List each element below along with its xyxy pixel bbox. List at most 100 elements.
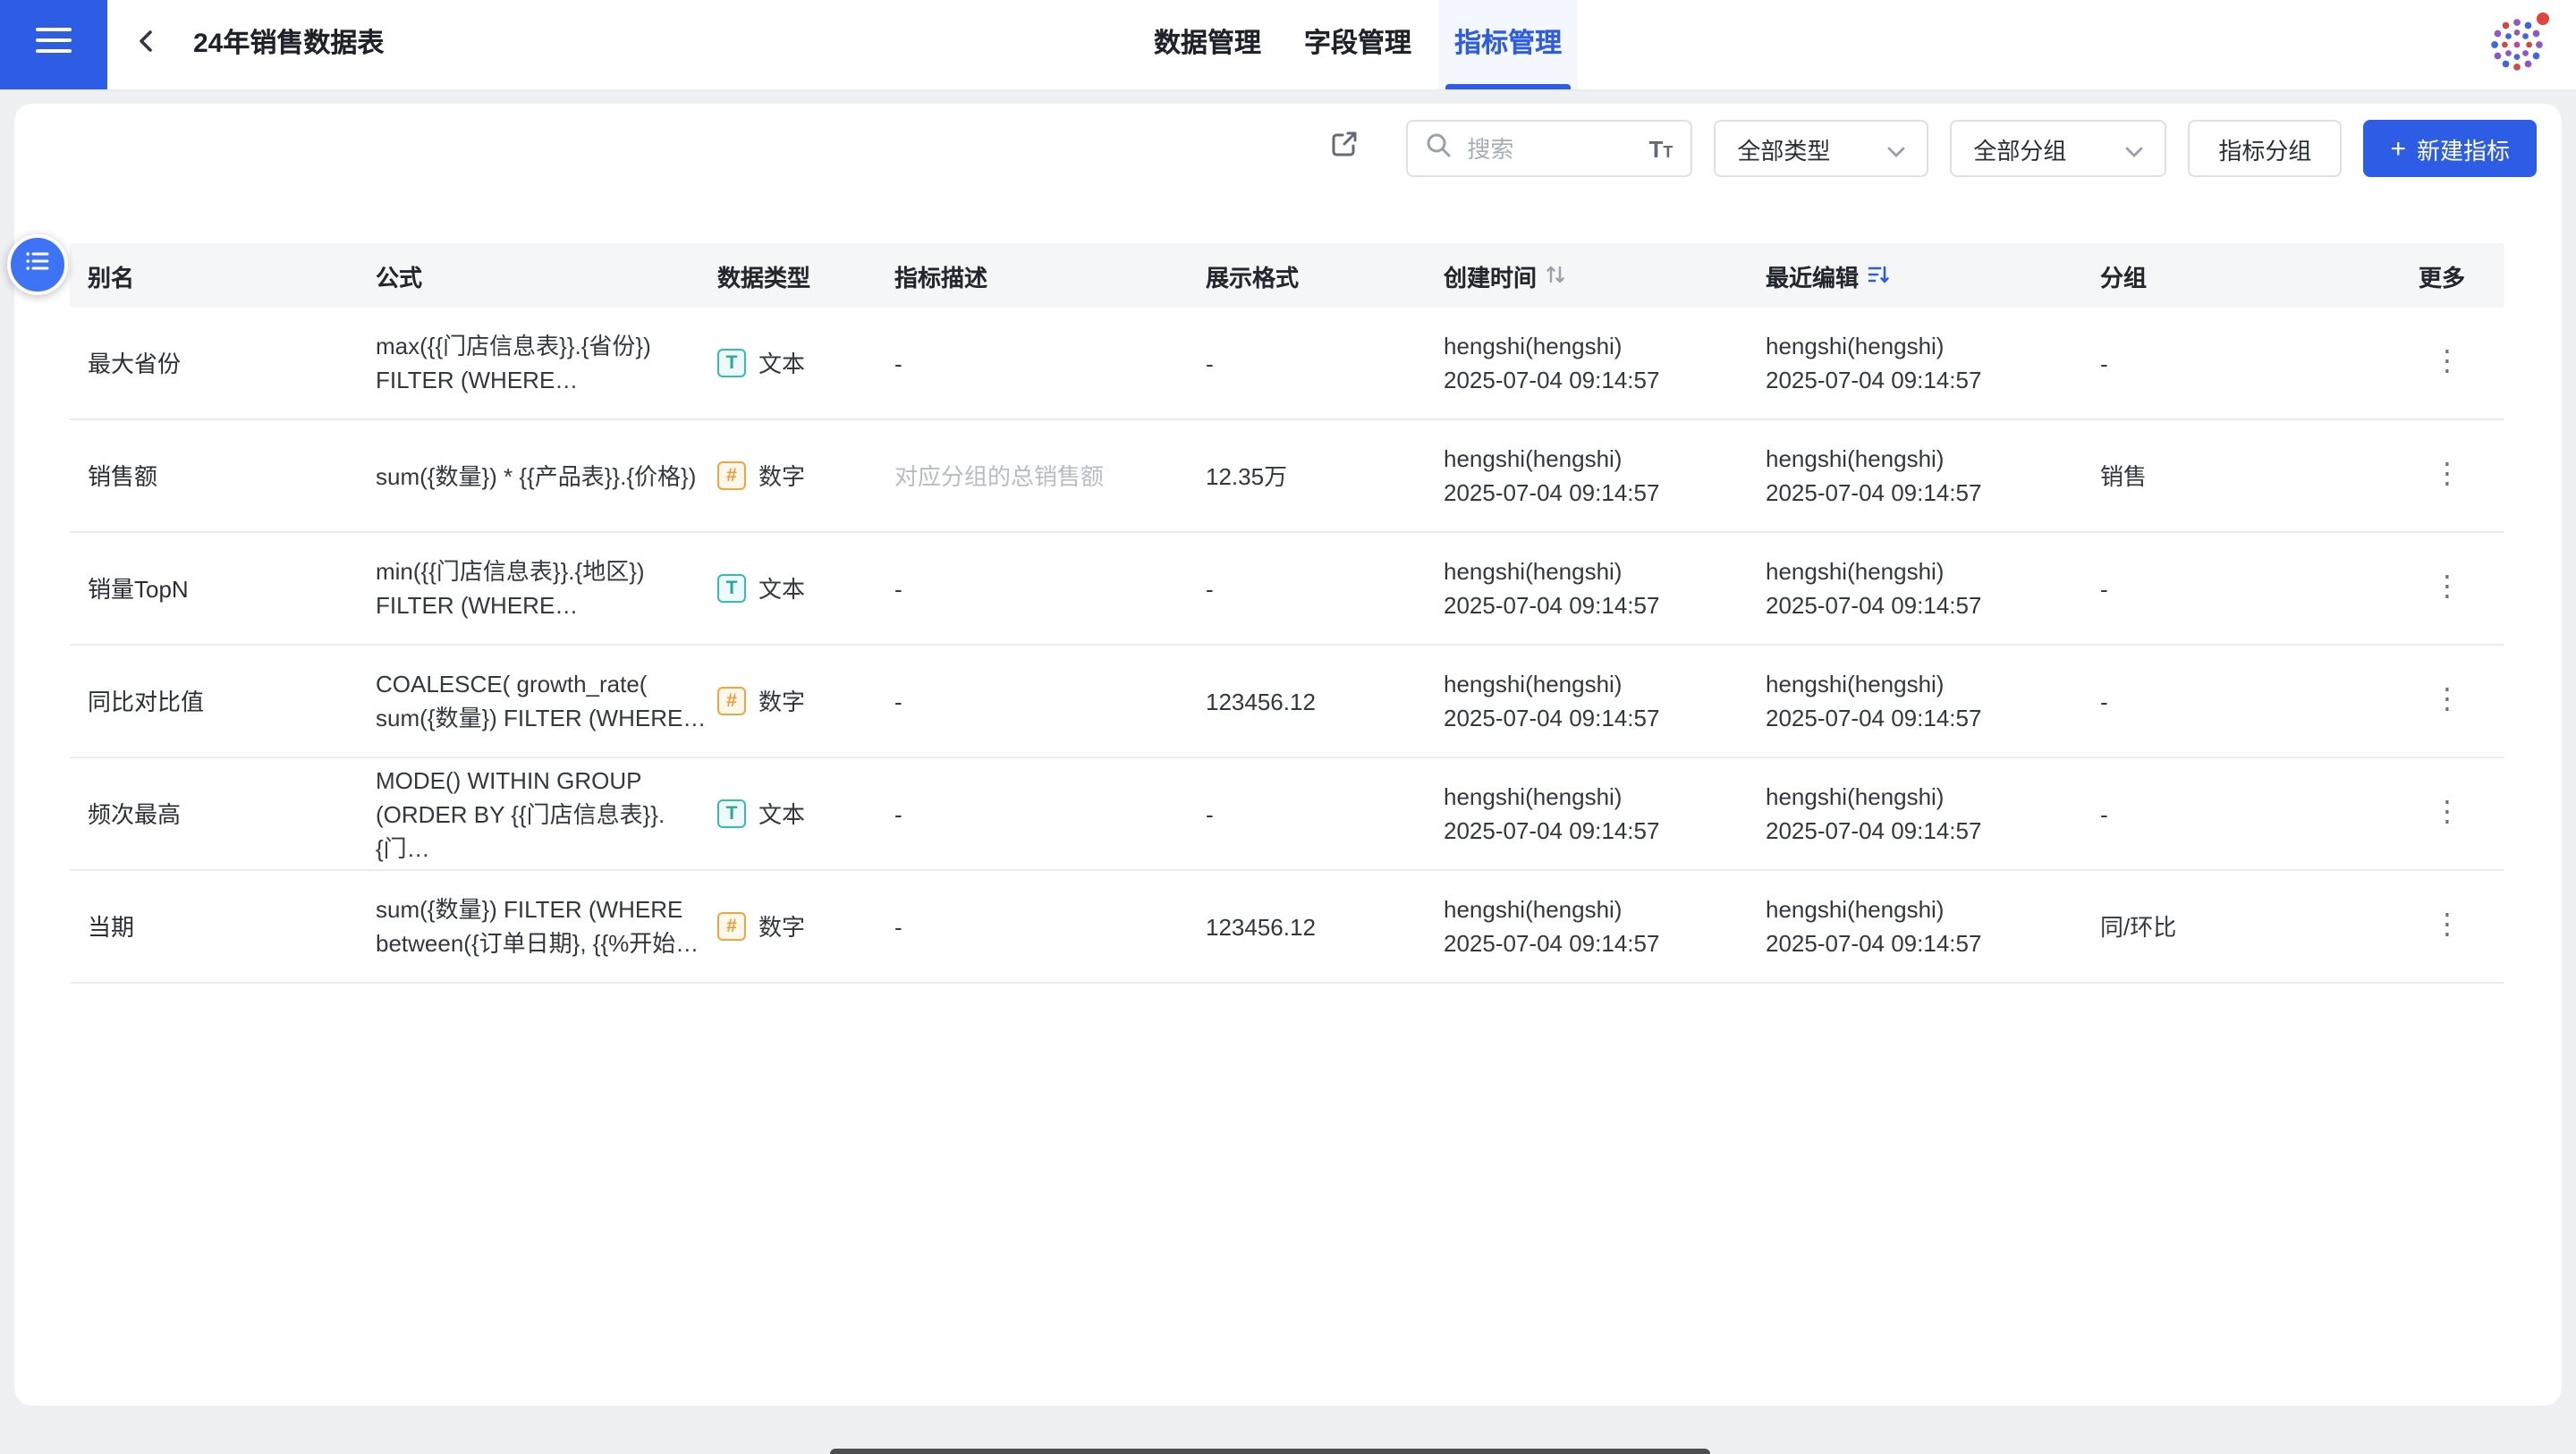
cell-format: - (1206, 797, 1444, 831)
plus-icon: + (2390, 135, 2406, 162)
tab-metric-management[interactable]: 指标管理 (1438, 0, 1578, 89)
cell-group: - (2100, 797, 2368, 831)
type-filter-dropdown[interactable]: 全部类型 (1714, 120, 1928, 177)
cell-created: hengshi(hengshi)2025-07-04 09:14:57 (1444, 892, 1766, 960)
cell-more: ⋮ (2368, 687, 2504, 715)
group-filter-dropdown[interactable]: 全部分组 (1950, 120, 2166, 177)
number-type-icon: # (717, 687, 746, 715)
row-more-button[interactable]: ⋮ (2433, 799, 2462, 828)
col-header-created[interactable]: 创建时间 (1444, 258, 1766, 292)
text-type-icon: T (717, 799, 746, 828)
cell-more: ⋮ (2368, 799, 2504, 828)
col-header-more: 更多 (2368, 258, 2504, 292)
cell-more: ⋮ (2368, 461, 2504, 490)
dock-edge (830, 1449, 1710, 1454)
cell-format: 123456.12 (1206, 684, 1444, 718)
cell-edited: hengshi(hengshi)2025-07-04 09:14:57 (1766, 554, 2100, 622)
metric-group-button[interactable]: 指标分组 (2188, 120, 2342, 177)
table-row[interactable]: 同比对比值 COALESCE( growth_rate(sum({数量}) FI… (70, 646, 2504, 758)
group-filter-value: 全部分组 (1973, 131, 2066, 165)
cell-alias: 同比对比值 (70, 684, 376, 718)
cell-formula: COALESCE( growth_rate(sum({数量}) FILTER (… (376, 667, 717, 735)
search-input[interactable] (1463, 133, 1636, 164)
open-in-view-button[interactable] (1317, 122, 1370, 175)
row-more-button[interactable]: ⋮ (2433, 687, 2462, 715)
cell-created: hengshi(hengshi)2025-07-04 09:14:57 (1444, 554, 1766, 622)
top-nav-tabs: 数据管理 字段管理 指标管理 (1138, 0, 1578, 89)
side-panel-toggle-button[interactable] (7, 234, 68, 295)
tab-data-management[interactable]: 数据管理 (1138, 0, 1277, 89)
cell-description: - (894, 797, 1206, 831)
cell-description: - (894, 346, 1206, 380)
table-row[interactable]: 销售额 sum({数量}) * {{产品表}}.{价格}) # 数字 对应分组的… (70, 420, 2504, 533)
type-filter-value: 全部类型 (1737, 131, 1830, 165)
content-card: TT 全部类型 全部分组 指标分组 + 新建指标 (14, 104, 2562, 1406)
cell-format: - (1206, 571, 1444, 605)
metrics-table: 别名 公式 数据类型 指标描述 展示格式 创建时间 最近编辑 分组 (70, 243, 2504, 984)
cell-datatype: # 数字 (717, 459, 894, 493)
cell-datatype: T 文本 (717, 346, 894, 380)
table-row[interactable]: 频次最高 MODE() WITHIN GROUP(ORDER BY {{门店信息… (70, 758, 2504, 871)
cell-description: 对应分组的总销售额 (894, 459, 1206, 493)
cell-formula: min({{门店信息表}}.{地区})FILTER (WHERE… (376, 554, 717, 622)
cell-description: - (894, 909, 1206, 943)
cell-alias: 当期 (70, 909, 376, 943)
table-header-row: 别名 公式 数据类型 指标描述 展示格式 创建时间 最近编辑 分组 (70, 243, 2504, 308)
table-row[interactable]: 当期 sum({数量}) FILTER (WHEREbetween({订单日期}… (70, 871, 2504, 984)
hamburger-icon (36, 27, 72, 63)
row-more-button[interactable]: ⋮ (2433, 912, 2462, 941)
cell-more: ⋮ (2368, 349, 2504, 377)
search-icon (1426, 131, 1451, 165)
cell-edited: hengshi(hengshi)2025-07-04 09:14:57 (1766, 892, 2100, 960)
number-type-icon: # (717, 461, 746, 490)
cell-alias: 销量TopN (70, 571, 376, 605)
col-header-formula: 公式 (376, 258, 717, 292)
cell-created: hengshi(hengshi)2025-07-04 09:14:57 (1444, 667, 1766, 735)
app-window: 24年销售数据表 数据管理 字段管理 指标管理 (0, 0, 2576, 1454)
page-title: 24年销售数据表 (193, 0, 384, 89)
sort-icon (1546, 262, 1565, 289)
cell-datatype: # 数字 (717, 684, 894, 718)
cell-edited: hengshi(hengshi)2025-07-04 09:14:57 (1766, 780, 2100, 848)
cell-edited: hengshi(hengshi)2025-07-04 09:14:57 (1766, 442, 2100, 510)
row-more-button[interactable]: ⋮ (2433, 461, 2462, 490)
cell-format: - (1206, 346, 1444, 380)
back-button[interactable] (132, 0, 161, 89)
cell-formula: MODE() WITHIN GROUP(ORDER BY {{门店信息表}}.{… (376, 763, 717, 865)
search-box: TT (1406, 120, 1692, 177)
create-metric-button[interactable]: + 新建指标 (2363, 120, 2537, 177)
top-bar: 24年销售数据表 数据管理 字段管理 指标管理 (0, 0, 2576, 91)
text-type-icon: T (717, 574, 746, 603)
cell-description: - (894, 571, 1206, 605)
col-header-edited[interactable]: 最近编辑 (1766, 258, 2100, 292)
col-header-group: 分组 (2100, 258, 2368, 292)
hamburger-menu-button[interactable] (0, 0, 107, 89)
cell-alias: 频次最高 (70, 797, 376, 831)
row-more-button[interactable]: ⋮ (2433, 349, 2462, 377)
chevron-down-icon (2125, 135, 2143, 162)
external-link-icon (1326, 127, 1360, 170)
cell-alias: 最大省份 (70, 346, 376, 380)
tab-field-management[interactable]: 字段管理 (1288, 0, 1428, 89)
number-type-icon: # (717, 912, 746, 941)
match-case-icon[interactable]: TT (1649, 137, 1674, 160)
row-more-button[interactable]: ⋮ (2433, 574, 2462, 603)
cell-group: - (2100, 684, 2368, 718)
cell-more: ⋮ (2368, 912, 2504, 941)
cell-created: hengshi(hengshi)2025-07-04 09:14:57 (1444, 780, 1766, 848)
cell-group: - (2100, 571, 2368, 605)
cell-datatype: T 文本 (717, 571, 894, 605)
app-logo[interactable] (2487, 14, 2547, 75)
cell-datatype: T 文本 (717, 797, 894, 831)
cell-more: ⋮ (2368, 574, 2504, 603)
cell-datatype: # 数字 (717, 909, 894, 943)
cell-description: - (894, 684, 1206, 718)
table-row[interactable]: 销量TopN min({{门店信息表}}.{地区})FILTER (WHERE…… (70, 533, 2504, 646)
table-row[interactable]: 最大省份 max({{门店信息表}}.{省份})FILTER (WHERE… T… (70, 308, 2504, 420)
col-header-alias: 别名 (70, 258, 376, 292)
chevron-down-icon (1887, 135, 1905, 162)
cell-formula: sum({数量}) * {{产品表}}.{价格}) (376, 459, 717, 493)
col-header-format: 展示格式 (1206, 258, 1444, 292)
cell-group: - (2100, 346, 2368, 380)
cell-group: 销售 (2100, 459, 2368, 493)
